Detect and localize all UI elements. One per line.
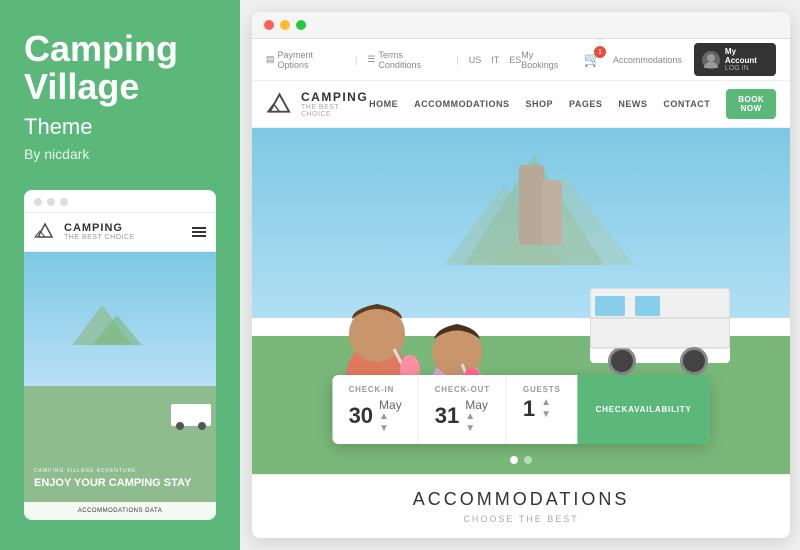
site-nav: CAMPING THE BEST CHOICE HOME ACCOMMODATI… [252, 81, 790, 128]
browser-chrome [252, 12, 790, 39]
mini-hamburger-icon [192, 227, 206, 237]
mini-content: CAMPING VILLAGE ADVENTURE ENJOY YOUR CAM… [24, 252, 216, 520]
checkin-up-arrow[interactable]: ▲ [379, 412, 402, 422]
mini-logo-icon [34, 221, 56, 243]
nav-home[interactable]: HOME [369, 99, 398, 109]
guests-field: GUESTS 1 ▲ ▼ [507, 375, 578, 444]
account-avatar [702, 51, 720, 69]
nav-pages[interactable]: PAGES [569, 99, 602, 109]
terms-conditions-link[interactable]: ☰ Terms Conditions [367, 50, 446, 70]
checkin-field: CHECK-IN 30 May ▲ ▼ [333, 375, 419, 444]
payment-options-link[interactable]: ▤ Payment Options [266, 50, 345, 70]
left-panel: Camping Village Theme By nicdark CAMPING… [0, 0, 240, 550]
nav-accommodations[interactable]: ACCOMMODATIONS [414, 99, 509, 109]
theme-by: By nicdark [24, 146, 216, 162]
terms-icon: ☰ [367, 54, 375, 65]
browser-dot-yellow [280, 20, 290, 30]
book-now-button[interactable]: BOOK NOW [726, 89, 776, 119]
checkout-down-arrow[interactable]: ▼ [465, 424, 488, 434]
browser-window: ▤ Payment Options | ☰ Terms Conditions |… [252, 12, 790, 538]
mini-browser-chrome [24, 190, 216, 213]
nav-news[interactable]: NEWS [618, 99, 647, 109]
site-hero: CHECK-IN 30 May ▲ ▼ CHECK-O [252, 128, 790, 474]
site-topbar: ▤ Payment Options | ☰ Terms Conditions |… [252, 39, 790, 81]
cart-icon[interactable]: 🛒 1 [583, 51, 600, 68]
carousel-dot-2[interactable] [524, 456, 532, 464]
theme-subtitle: Theme [24, 114, 216, 140]
cart-badge: 1 [594, 46, 606, 58]
nav-shop[interactable]: SHOP [526, 99, 554, 109]
checkout-up-arrow[interactable]: ▲ [465, 412, 488, 422]
theme-title: Camping Village Theme By nicdark [24, 30, 216, 190]
nav-links: HOME ACCOMMODATIONS SHOP PAGES NEWS CONT… [369, 89, 776, 119]
mini-dot-1 [34, 198, 42, 206]
mini-dot-2 [47, 198, 55, 206]
logo-mountain-icon [266, 90, 293, 118]
right-panel: ▤ Payment Options | ☰ Terms Conditions |… [240, 0, 800, 550]
topbar-left: ▤ Payment Options | ☰ Terms Conditions |… [266, 50, 521, 70]
hero-rv [590, 288, 730, 363]
logo-text: CAMPING THE BEST CHOICE [301, 90, 369, 118]
mini-dot-3 [60, 198, 68, 206]
account-button[interactable]: My Account LOG IN [694, 43, 776, 76]
nav-logo: CAMPING THE BEST CHOICE [266, 90, 369, 118]
accommodations-title: ACCOMMODATIONS [266, 489, 776, 510]
mini-rv [171, 404, 211, 426]
checkin-down-arrow[interactable]: ▼ [379, 424, 402, 434]
booking-widget: CHECK-IN 30 May ▲ ▼ CHECK-O [333, 375, 710, 444]
topbar-right: My Bookings 🛒 1 Accommodations My Accoun… [521, 43, 776, 76]
lang-it[interactable]: IT [491, 55, 499, 65]
mini-logo-text: CAMPING THE BEST CHOICE [64, 222, 135, 241]
guests-up-arrow[interactable]: ▲ [541, 398, 551, 408]
browser-dot-red [264, 20, 274, 30]
mini-overlay-text: CAMPING VILLAGE ADVENTURE ENJOY YOUR CAM… [34, 468, 206, 490]
checkout-field: CHECK-OUT 31 May ▲ ▼ [419, 375, 507, 444]
my-bookings-link[interactable]: My Bookings [521, 50, 571, 70]
mini-nav: CAMPING THE BEST CHOICE [24, 213, 216, 252]
accommodations-section: ACCOMMODATIONS CHOOSE THE BEST [252, 474, 790, 538]
payment-icon: ▤ [266, 54, 275, 65]
mini-accommodations-bar: ACCOMMODATIONS DATA [24, 502, 216, 520]
nav-contact[interactable]: CONTACT [663, 99, 710, 109]
carousel-dots [510, 456, 532, 464]
check-availability-button[interactable]: CHECK AVAILABILITY [578, 375, 710, 444]
guests-down-arrow[interactable]: ▼ [541, 410, 551, 420]
lang-es[interactable]: ES [509, 55, 521, 65]
rv-detail-icon [590, 288, 730, 363]
carousel-dot-1[interactable] [510, 456, 518, 464]
accommodations-link[interactable]: Accommodations [613, 55, 682, 65]
mini-mountains-icon [62, 300, 142, 350]
browser-dot-green [296, 20, 306, 30]
accommodations-subtitle: CHOOSE THE BEST [266, 514, 776, 524]
mini-browser-mockup: CAMPING THE BEST CHOICE CAMPING [24, 190, 216, 520]
lang-us[interactable]: US [469, 55, 482, 65]
